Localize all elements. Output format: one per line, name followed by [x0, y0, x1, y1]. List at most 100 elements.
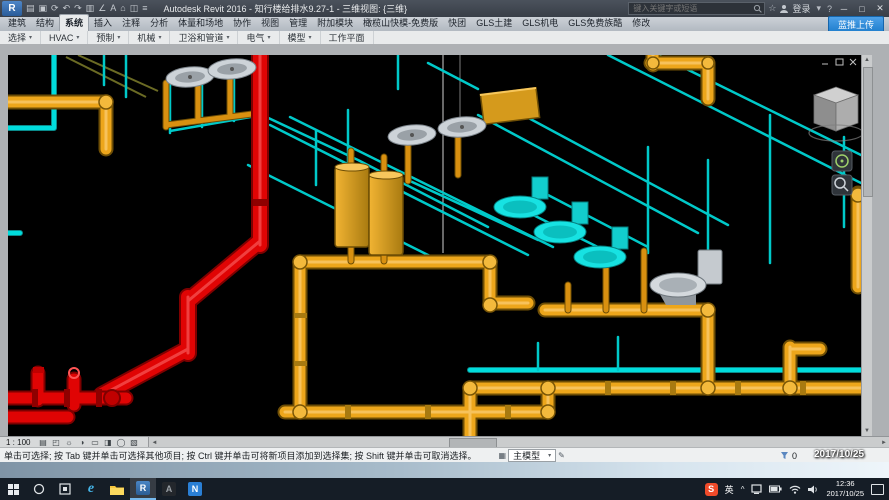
search-icon	[753, 4, 762, 13]
dropdown-caret-icon: ▾	[76, 34, 79, 41]
panel-work-plane[interactable]: 工作平面	[321, 31, 374, 44]
vertical-scroll-thumb[interactable]	[863, 67, 873, 197]
tab-kuaituan[interactable]: 快团	[443, 15, 471, 31]
revit-taskbar-icon-active[interactable]: R	[130, 478, 156, 500]
dropdown-caret-icon: ▾	[548, 452, 551, 459]
panel-plumbing[interactable]: 卫浴和管道▾	[170, 31, 238, 44]
tab-gls-civil[interactable]: GLS土建	[471, 15, 517, 31]
tab-modify[interactable]: 修改	[627, 15, 655, 31]
panel-electrical[interactable]: 电气▾	[238, 31, 279, 44]
worksets-icon[interactable]: ▦	[499, 451, 507, 460]
crop-view-icon[interactable]: ▭	[88, 438, 101, 447]
panel-mechanical[interactable]: 机械▾	[129, 31, 170, 44]
taskbar-app3-icon[interactable]: N	[182, 478, 208, 500]
desktop-wallpaper-strip	[0, 462, 889, 478]
tab-manage[interactable]: 管理	[284, 15, 312, 31]
scroll-up-arrow-icon[interactable]: ▲	[862, 55, 872, 65]
sun-path-icon[interactable]: ☼	[62, 438, 75, 447]
tab-collaborate[interactable]: 协作	[228, 15, 256, 31]
wifi-icon[interactable]	[789, 485, 801, 494]
dropdown-caret-icon: ▾	[158, 34, 161, 41]
shadows-icon[interactable]: ◑	[75, 438, 88, 447]
edge-e-icon: e	[88, 481, 94, 497]
main-model-select[interactable]: 主模型 ▾	[508, 449, 556, 462]
tab-addins[interactable]: 附加模块	[312, 15, 358, 31]
favorites-star-icon[interactable]: ☆	[765, 3, 779, 14]
pipe-cap	[33, 367, 44, 373]
temporary-hide-icon[interactable]: ◯	[114, 438, 127, 447]
windows-logo-icon	[8, 484, 19, 495]
minimize-button[interactable]: ─	[835, 4, 853, 14]
selection-filter-group[interactable]: 0	[780, 451, 797, 461]
search-button[interactable]	[26, 478, 52, 500]
app3-icon: N	[188, 482, 202, 496]
tab-massing-site[interactable]: 体量和场地	[173, 15, 228, 31]
task-view-button[interactable]	[52, 478, 78, 500]
visual-style-icon[interactable]: ◰	[49, 438, 62, 447]
tab-insert[interactable]: 插入	[89, 15, 117, 31]
window-title: Autodesk Revit 2016 - 知行楼给排水9.27-1 - 三维视…	[164, 2, 408, 15]
help-icon[interactable]: ?	[824, 4, 835, 14]
tab-view[interactable]: 视图	[256, 15, 284, 31]
sogou-ime-icon[interactable]: S	[705, 483, 718, 496]
scale-button[interactable]: 1 : 100	[0, 438, 36, 447]
help-search-box[interactable]	[628, 2, 765, 15]
filter-funnel-icon[interactable]	[780, 451, 789, 460]
status-hint-text: 单击可选择; 按 Tab 键并单击可选择其他项目; 按 Ctrl 键并单击可将新…	[4, 449, 477, 462]
tab-glsmodel[interactable]: 橄榄山快模-免费版	[358, 15, 443, 31]
tab-gls-family[interactable]: GLS免费族酷	[563, 15, 627, 31]
panel-hvac[interactable]: HVAC▾	[41, 31, 88, 44]
tab-architecture[interactable]: 建筑	[3, 15, 31, 31]
taskbar-clock[interactable]: 12:36 2017/10/25	[826, 479, 864, 499]
tab-gls-mep[interactable]: GLS机电	[517, 15, 563, 31]
panel-model[interactable]: 模型▾	[280, 31, 321, 44]
taskbar-app2-icon[interactable]: A	[156, 478, 182, 500]
pc-status-icon[interactable]	[751, 484, 762, 494]
sign-in-caret-icon[interactable]: ▾	[813, 3, 824, 14]
status-bar: 单击可选择; 按 Tab 键并单击可选择其他项目; 按 Ctrl 键并单击可将新…	[0, 447, 889, 463]
pipe-end-cap	[104, 390, 120, 406]
app2-icon: A	[162, 482, 176, 496]
scroll-down-arrow-icon[interactable]: ▼	[862, 426, 872, 436]
task-view-icon	[59, 483, 71, 495]
model-3d-view[interactable]	[8, 55, 861, 436]
battery-icon[interactable]	[769, 485, 782, 493]
ribbon-tab-bar: 建筑 结构 系统 插入 注释 分析 体量和场地 协作 视图 管理 附加模块 橄榄…	[0, 17, 889, 31]
revit-app-menu-button[interactable]: R	[2, 1, 22, 16]
tab-annotate[interactable]: 注释	[117, 15, 145, 31]
detail-level-icon[interactable]: ▤	[36, 438, 49, 447]
selection-count: 0	[792, 451, 797, 461]
dropdown-caret-icon: ▾	[226, 34, 229, 41]
canvas-area: ▲ ▼	[0, 44, 889, 436]
sign-in-button[interactable]: 登录	[789, 2, 813, 15]
vertical-scrollbar[interactable]: ▲ ▼	[861, 55, 872, 436]
panel-select[interactable]: 选择▾	[0, 31, 41, 44]
dropdown-caret-icon: ▾	[29, 34, 32, 41]
clock-time: 12:36	[826, 479, 864, 489]
close-button[interactable]: ✕	[871, 3, 889, 14]
file-explorer-taskbar-icon[interactable]	[104, 478, 130, 500]
tab-systems[interactable]: 系统	[59, 14, 89, 31]
action-center-icon[interactable]	[871, 484, 884, 495]
start-button[interactable]	[0, 478, 26, 500]
panel-fabrication[interactable]: 预制▾	[88, 31, 129, 44]
tab-analyze[interactable]: 分析	[145, 15, 173, 31]
account-person-icon[interactable]	[779, 4, 789, 14]
dropdown-caret-icon: ▾	[309, 34, 312, 41]
system-tray: S 英 ^ 12:36 2017/10/25	[705, 479, 889, 499]
clock-date: 2017/10/25	[826, 489, 864, 499]
upload-button[interactable]: 蓝推上传	[828, 16, 884, 33]
tray-expand-caret-icon[interactable]: ^	[741, 485, 745, 494]
dropdown-caret-icon: ▾	[268, 34, 271, 41]
maximize-button[interactable]: □	[853, 4, 871, 14]
ime-language-indicator[interactable]: 英	[725, 483, 734, 496]
dropdown-caret-icon: ▾	[117, 34, 120, 41]
reveal-hidden-icon[interactable]: ▧	[127, 438, 140, 447]
search-circle-icon	[33, 483, 45, 495]
editable-only-icon[interactable]: ✎	[558, 451, 565, 460]
tab-structure[interactable]: 结构	[31, 15, 59, 31]
show-crop-region-icon[interactable]: ◨	[101, 438, 114, 447]
edge-taskbar-icon[interactable]: e	[78, 478, 104, 500]
volume-icon[interactable]	[808, 485, 819, 494]
search-input[interactable]	[631, 3, 753, 14]
